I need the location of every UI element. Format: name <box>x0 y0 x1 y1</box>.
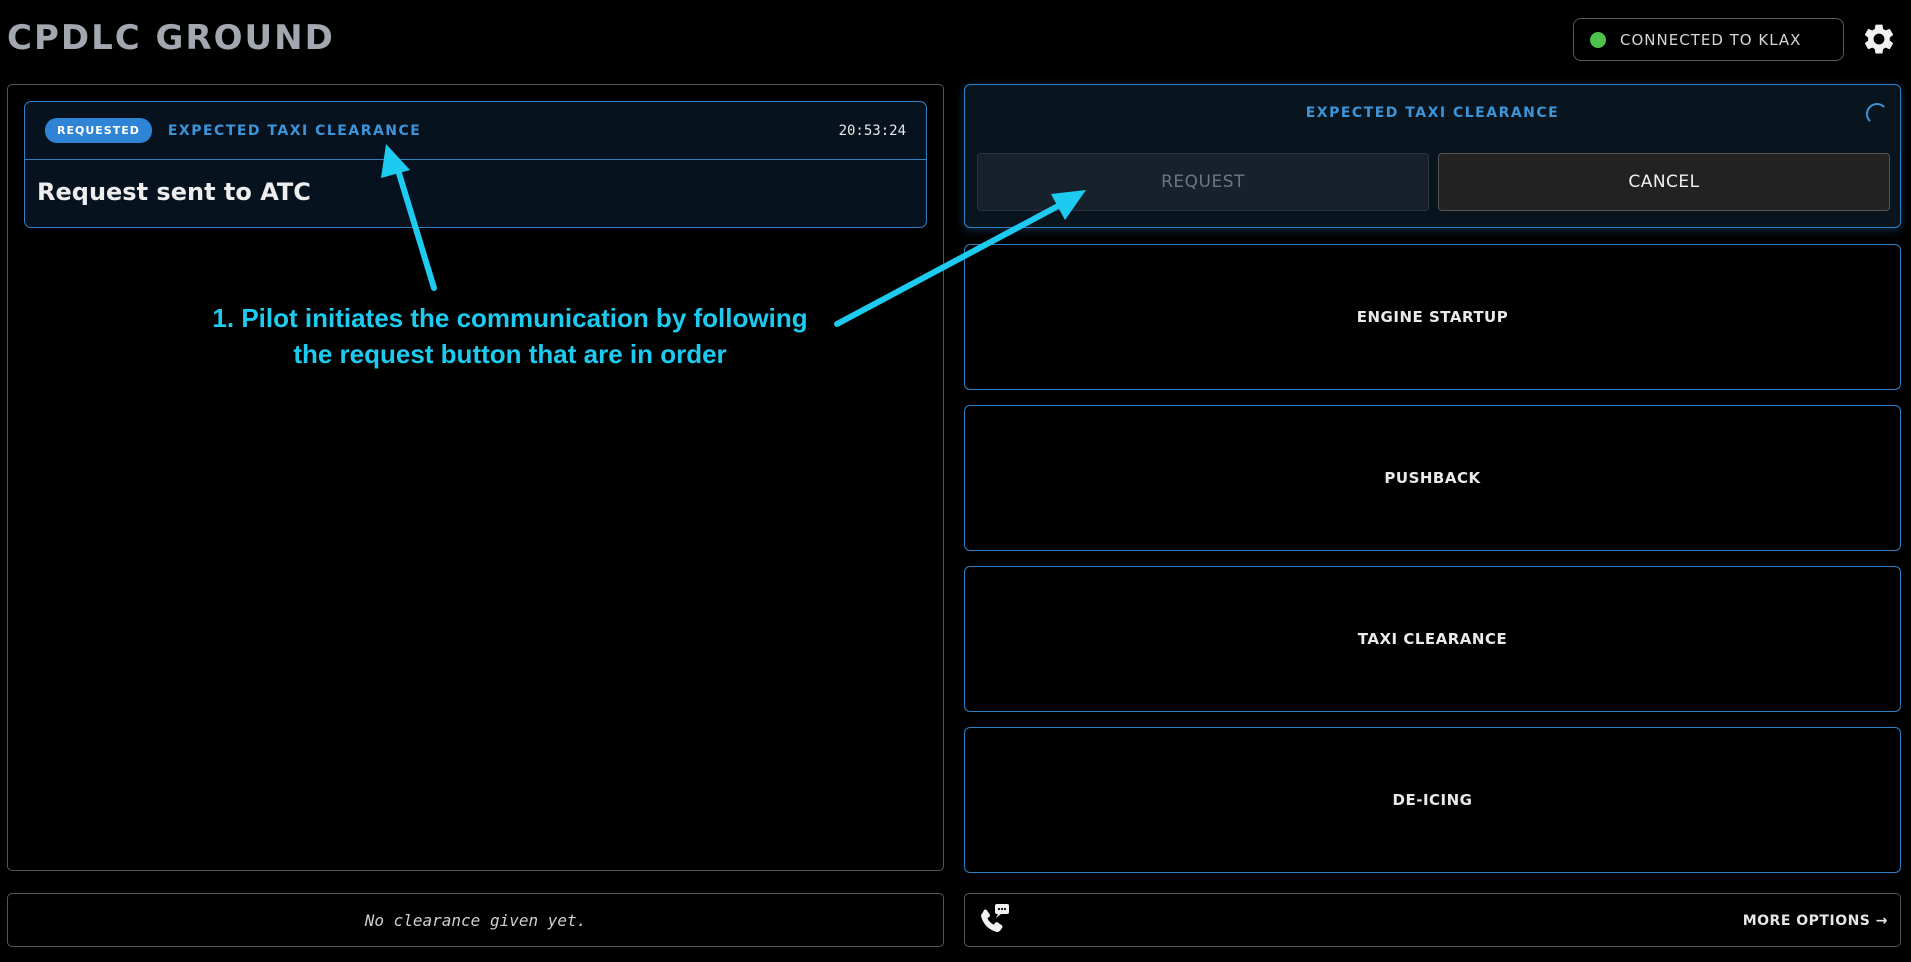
status-badge: REQUESTED <box>45 118 152 143</box>
message-log-panel: REQUESTED EXPECTED TAXI CLEARANCE 20:53:… <box>7 84 944 871</box>
right-footer: MORE OPTIONS → <box>964 893 1901 947</box>
message-body: Request sent to ATC <box>37 178 311 206</box>
loading-spinner-icon <box>1866 103 1888 125</box>
cancel-button[interactable]: CANCEL <box>1438 153 1890 211</box>
option-de-icing[interactable]: DE-ICING <box>964 727 1901 873</box>
active-request-title: EXPECTED TAXI CLEARANCE <box>1305 105 1560 121</box>
request-button[interactable]: REQUEST <box>977 153 1429 211</box>
annotation-text: 1. Pilot initiates the communication by … <box>150 300 870 372</box>
active-request-card: EXPECTED TAXI CLEARANCE REQUEST CANCEL <box>964 84 1901 228</box>
option-engine-startup[interactable]: ENGINE STARTUP <box>964 244 1901 390</box>
option-taxi-clearance[interactable]: TAXI CLEARANCE <box>964 566 1901 712</box>
gear-icon[interactable] <box>1861 21 1897 57</box>
annotation-line-1: 1. Pilot initiates the communication by … <box>212 303 808 333</box>
message-timestamp: 20:53:24 <box>838 122 906 139</box>
more-options-link[interactable]: MORE OPTIONS → <box>1743 894 1888 948</box>
clearance-status: No clearance given yet. <box>7 893 944 947</box>
message-header: REQUESTED EXPECTED TAXI CLEARANCE 20:53:… <box>25 102 926 160</box>
app-title: CPDLC GROUND <box>7 18 335 58</box>
status-dot-icon <box>1590 31 1606 48</box>
annotation-line-2: the request button that are in order <box>293 339 727 369</box>
message-card[interactable]: REQUESTED EXPECTED TAXI CLEARANCE 20:53:… <box>24 101 927 228</box>
message-type: EXPECTED TAXI CLEARANCE <box>167 122 422 139</box>
phone-chat-icon[interactable] <box>975 902 1011 938</box>
option-pushback[interactable]: PUSHBACK <box>964 405 1901 551</box>
connection-status: CONNECTED TO KLAX <box>1573 18 1844 61</box>
connection-status-text: CONNECTED TO KLAX <box>1620 30 1802 49</box>
